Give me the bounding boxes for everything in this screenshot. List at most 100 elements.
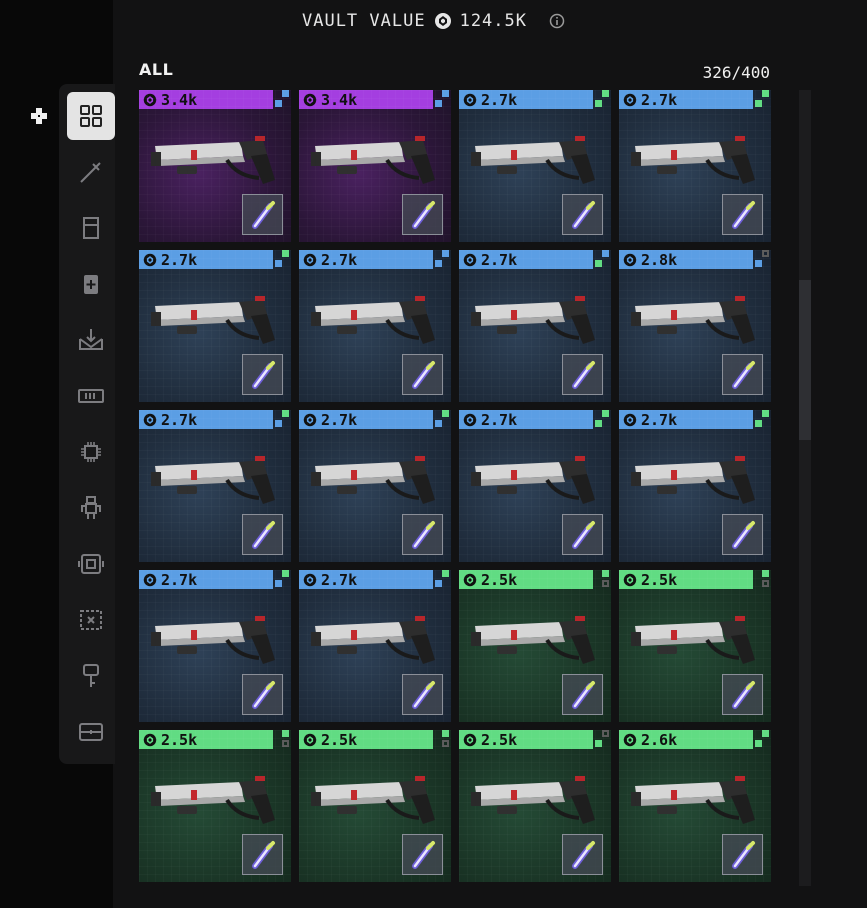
sidebar-robot-button[interactable] <box>67 484 115 532</box>
weapon-image <box>631 776 755 824</box>
mod-slot[interactable] <box>722 514 763 555</box>
item-card[interactable]: 3.4k <box>139 90 291 242</box>
coin-icon <box>623 573 637 586</box>
mod-slot[interactable] <box>562 514 603 555</box>
weapon-image <box>151 136 275 184</box>
sidebar-ammo-button[interactable] <box>67 372 115 420</box>
mod-slot[interactable] <box>242 834 283 875</box>
weapon-image <box>311 136 435 184</box>
item-card[interactable]: 2.7k <box>459 90 611 242</box>
rarity-pip <box>595 100 602 107</box>
mod-slot[interactable] <box>722 834 763 875</box>
coin-icon <box>143 93 157 106</box>
item-card[interactable]: 2.8k <box>619 250 771 402</box>
coin-icon <box>623 733 637 746</box>
scrollbar-thumb[interactable] <box>799 280 811 440</box>
item-card[interactable]: 3.4k <box>299 90 451 242</box>
energy-cell-mod-icon <box>251 360 275 389</box>
rarity-pip <box>435 420 442 427</box>
mod-slot[interactable] <box>402 674 443 715</box>
item-card[interactable]: 2.7k <box>459 410 611 562</box>
rarity-pip <box>595 740 602 747</box>
rarity-pip <box>762 100 769 107</box>
category-sidebar <box>59 84 115 764</box>
sidebar-sword-button[interactable] <box>67 148 115 196</box>
mod-slot[interactable] <box>402 514 443 555</box>
mod-slot[interactable] <box>722 354 763 395</box>
price-tag: 2.5k <box>299 730 433 749</box>
coin-icon <box>463 733 477 746</box>
price-tag: 2.7k <box>299 250 433 269</box>
sidebar-helmet-button[interactable] <box>67 204 115 252</box>
mod-slot[interactable] <box>242 674 283 715</box>
mod-slot[interactable] <box>402 354 443 395</box>
item-card[interactable]: 2.7k <box>139 250 291 402</box>
rarity-pip <box>595 260 602 267</box>
weapon-image <box>151 776 275 824</box>
item-card[interactable]: 2.6k <box>619 730 771 882</box>
mod-slot[interactable] <box>562 674 603 715</box>
energy-cell-mod-icon <box>411 680 435 709</box>
mod-slot[interactable] <box>242 354 283 395</box>
price-tag: 2.5k <box>139 730 273 749</box>
sidebar-toolbox-button[interactable] <box>67 708 115 756</box>
item-card[interactable]: 2.7k <box>299 410 451 562</box>
coin-icon <box>303 93 317 106</box>
sidebar-key-button[interactable] <box>67 652 115 700</box>
mod-slot[interactable] <box>242 514 283 555</box>
price-tag: 3.4k <box>139 90 273 109</box>
inventory-capacity: 326/400 <box>702 63 770 82</box>
item-card[interactable]: 2.5k <box>619 570 771 722</box>
mod-slot[interactable] <box>562 354 603 395</box>
sidebar-inbox-button[interactable] <box>67 316 115 364</box>
rarity-pip <box>282 740 289 747</box>
rarity-pips <box>273 730 291 749</box>
sidebar-frame-button[interactable] <box>67 540 115 588</box>
sidebar-grid-button[interactable] <box>67 92 115 140</box>
rarity-pips <box>753 250 771 269</box>
rarity-pip <box>442 260 449 267</box>
rarity-pips <box>593 90 611 109</box>
rarity-pip <box>275 260 282 267</box>
rarity-pip <box>442 100 449 107</box>
crate-x-icon <box>76 605 106 635</box>
sidebar-chest-armor-button[interactable] <box>67 260 115 308</box>
mod-slot[interactable] <box>562 194 603 235</box>
rarity-pip <box>442 730 449 737</box>
scrollbar-track[interactable] <box>799 90 811 886</box>
sidebar-chip-button[interactable] <box>67 428 115 476</box>
mod-slot[interactable] <box>402 194 443 235</box>
rarity-pip <box>602 580 609 587</box>
coin-icon <box>303 573 317 586</box>
mod-slot[interactable] <box>242 194 283 235</box>
coin-icon <box>463 413 477 426</box>
item-card[interactable]: 2.7k <box>619 410 771 562</box>
rarity-pips <box>273 410 291 429</box>
item-card[interactable]: 2.7k <box>459 250 611 402</box>
rarity-pips <box>593 410 611 429</box>
item-card[interactable]: 2.7k <box>299 570 451 722</box>
item-card[interactable]: 2.7k <box>299 250 451 402</box>
item-card[interactable]: 2.7k <box>139 570 291 722</box>
item-card[interactable]: 2.5k <box>139 730 291 882</box>
item-card[interactable]: 2.5k <box>299 730 451 882</box>
item-card[interactable]: 2.7k <box>619 90 771 242</box>
rarity-pip <box>435 740 442 747</box>
rarity-pips <box>593 570 611 589</box>
item-card[interactable]: 2.5k <box>459 570 611 722</box>
energy-cell-mod-icon <box>571 520 595 549</box>
rarity-pip <box>762 420 769 427</box>
mod-slot[interactable] <box>722 674 763 715</box>
robot-icon <box>76 493 106 523</box>
item-card[interactable]: 2.7k <box>139 410 291 562</box>
item-price: 2.5k <box>481 570 518 589</box>
item-card[interactable]: 2.5k <box>459 730 611 882</box>
mod-slot[interactable] <box>562 834 603 875</box>
gamepad-icon[interactable] <box>29 106 49 126</box>
rarity-pip <box>442 580 449 587</box>
info-icon[interactable] <box>549 13 565 29</box>
mod-slot[interactable] <box>722 194 763 235</box>
mod-slot[interactable] <box>402 834 443 875</box>
sidebar-crate-x-button[interactable] <box>67 596 115 644</box>
price-tag: 2.7k <box>459 410 593 429</box>
